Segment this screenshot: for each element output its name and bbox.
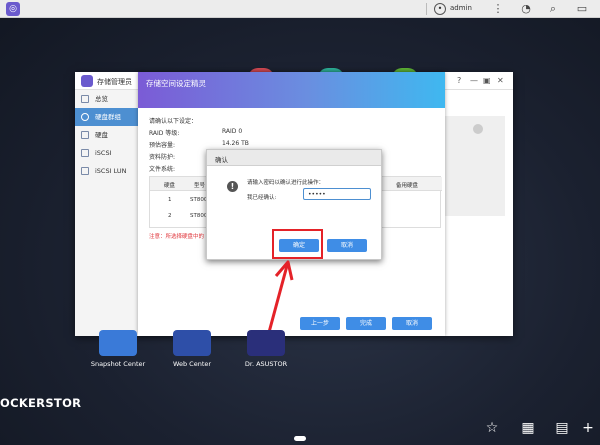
brand-logo: OCKERSTOR (0, 396, 82, 410)
dr-asustor-app[interactable]: Dr. ASUSTOR (236, 330, 296, 368)
layout-icon[interactable]: ▤ (552, 418, 572, 438)
web-center-app[interactable]: Web Center (162, 330, 222, 368)
favorite-icon[interactable]: ☆ (482, 418, 502, 438)
dr-asustor-icon (247, 330, 285, 356)
page-indicator[interactable] (294, 436, 306, 441)
annotation-arrow (266, 260, 294, 337)
snapshot-center-icon (99, 330, 137, 356)
snapshot-center-app[interactable]: Snapshot Center (88, 330, 148, 368)
web-center-icon (173, 330, 211, 356)
add-icon[interactable]: + (578, 418, 598, 438)
grid-icon[interactable]: ▦ (518, 418, 538, 438)
